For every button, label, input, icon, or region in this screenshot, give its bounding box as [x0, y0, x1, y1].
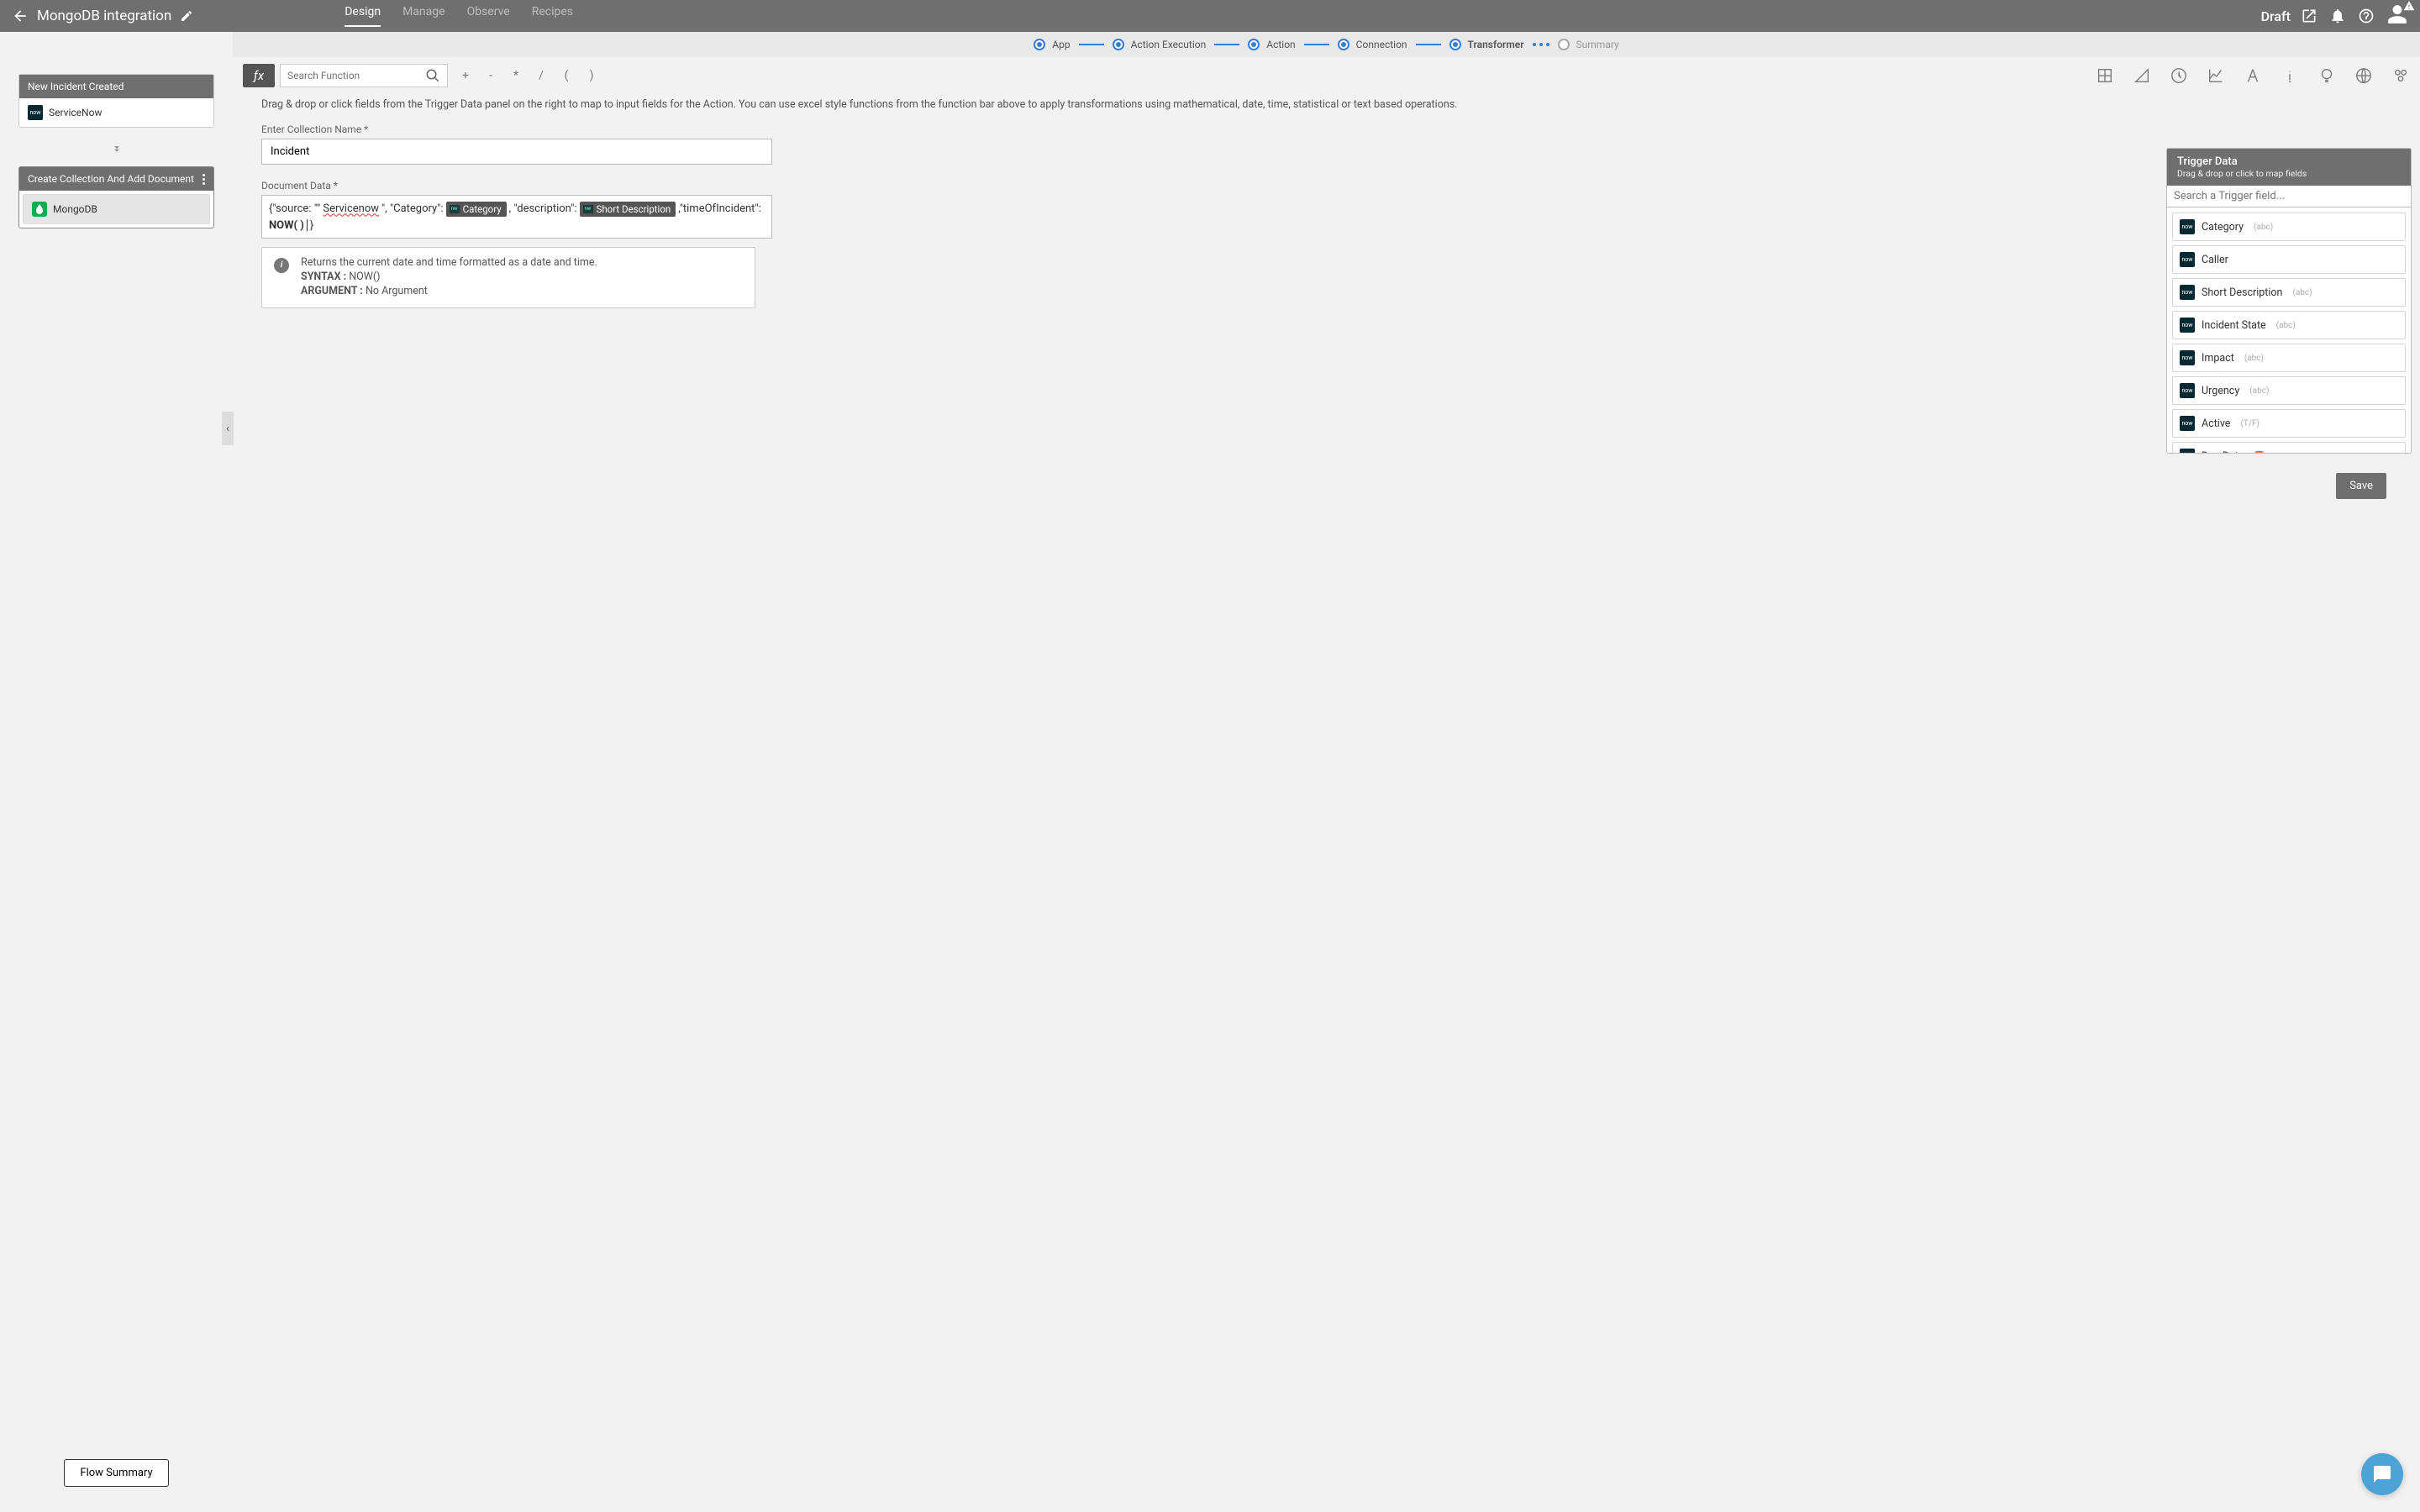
status-badge: Draft — [2261, 8, 2291, 24]
op-minus[interactable]: - — [478, 64, 503, 87]
trigger-panel-subtitle: Drag & drop or click to map fields — [2177, 168, 2401, 179]
trigger-field[interactable]: nowIncident State(abc) — [2172, 311, 2406, 339]
header-nav: Design Manage Observe Recipes — [345, 5, 573, 27]
document-data-input[interactable]: {"source: ""Servicenow", "Category": nwC… — [261, 195, 772, 239]
wizard-step-app[interactable]: App — [1034, 39, 1070, 50]
op-close-paren[interactable]: ) — [579, 64, 604, 87]
action-card-app: MongoDB — [53, 203, 97, 215]
chart-icon[interactable] — [2207, 66, 2225, 85]
trigger-card-app: ServiceNow — [49, 107, 102, 118]
collection-name-input[interactable] — [261, 139, 772, 165]
text-icon[interactable] — [2244, 66, 2262, 85]
page-title: MongoDB integration — [37, 8, 171, 24]
globe-icon[interactable] — [2354, 66, 2373, 85]
gear-icon[interactable] — [2391, 66, 2410, 85]
info-icon[interactable] — [2281, 66, 2299, 85]
info-badge-icon: i — [274, 258, 289, 273]
trigger-field[interactable]: nowActive(T/F) — [2172, 409, 2406, 438]
save-button[interactable]: Save — [2336, 473, 2386, 499]
nav-manage[interactable]: Manage — [402, 5, 445, 27]
servicenow-icon: now — [2180, 252, 2195, 267]
warning-icon — [2403, 0, 2415, 12]
chip-category[interactable]: nwCategory — [446, 202, 507, 217]
servicenow-icon: now — [2180, 318, 2195, 333]
action-card[interactable]: Create Collection And Add Document Mongo… — [18, 166, 214, 228]
bell-icon[interactable] — [2329, 8, 2346, 24]
grid-icon[interactable] — [2096, 66, 2114, 85]
wizard-step-summary[interactable]: Summary — [1558, 39, 1619, 50]
function-bar: ƒx + - * / ( ) — [233, 57, 2420, 94]
chip-short-description[interactable]: nwShort Description — [580, 202, 676, 217]
servicenow-chip-icon: nw — [583, 205, 593, 213]
wizard-step-transformer[interactable]: Transformer — [1449, 39, 1524, 50]
servicenow-icon: now — [2180, 449, 2195, 453]
nav-observe[interactable]: Observe — [467, 5, 510, 27]
servicenow-icon: now — [2180, 383, 2195, 398]
app-header: MongoDB integration Design Manage Observ… — [0, 0, 2420, 32]
edit-icon[interactable] — [180, 9, 193, 23]
function-hint: i Returns the current date and time form… — [261, 247, 755, 308]
servicenow-chip-icon: nw — [450, 205, 460, 213]
flow-sidebar: New Incident Created now ServiceNow Crea… — [0, 57, 233, 1512]
trigger-field-list: nowCategory(abc) nowCaller nowShort Desc… — [2167, 207, 2411, 453]
document-data-label: Document Data * — [261, 180, 2391, 192]
wizard-step-action[interactable]: Action — [1248, 39, 1295, 50]
function-search-input[interactable] — [287, 70, 425, 81]
trigger-field[interactable]: nowCategory(abc) — [2172, 213, 2406, 241]
trigger-search-input[interactable] — [2174, 190, 2404, 202]
trigger-field[interactable]: nowImpact(abc) — [2172, 344, 2406, 372]
clock-icon[interactable] — [2170, 66, 2188, 85]
action-card-title: Create Collection And Add Document — [28, 173, 194, 185]
help-icon[interactable] — [2358, 8, 2375, 24]
open-external-icon[interactable] — [2301, 8, 2317, 24]
op-divide[interactable]: / — [529, 64, 554, 87]
flow-connector-icon — [18, 143, 214, 158]
trigger-panel-title: Trigger Data — [2177, 155, 2401, 168]
nav-recipes[interactable]: Recipes — [532, 5, 573, 27]
op-open-paren[interactable]: ( — [554, 64, 579, 87]
wizard-step-action-exec[interactable]: Action Execution — [1113, 39, 1207, 50]
collapse-sidebar-button[interactable]: ‹ — [222, 412, 234, 445]
search-icon — [425, 68, 440, 83]
mongodb-icon — [32, 202, 47, 217]
chat-icon — [2372, 1464, 2392, 1484]
trigger-field[interactable]: nowUrgency(abc) — [2172, 376, 2406, 405]
wizard-step-connection[interactable]: Connection — [1338, 39, 1407, 50]
trigger-field[interactable]: nowDue Date📅 — [2172, 442, 2406, 453]
collection-label: Enter Collection Name * — [261, 123, 2391, 135]
function-search[interactable] — [280, 64, 448, 87]
chat-button[interactable] — [2361, 1453, 2403, 1495]
triangle-icon[interactable] — [2133, 66, 2151, 85]
trigger-card-title: New Incident Created — [28, 81, 124, 92]
servicenow-icon: now — [2180, 416, 2195, 431]
back-arrow-icon[interactable] — [12, 8, 29, 24]
bulb-icon[interactable] — [2317, 66, 2336, 85]
trigger-search[interactable] — [2167, 186, 2411, 207]
servicenow-icon: now — [28, 105, 43, 120]
hint-returns: Returns the current date and time format… — [301, 256, 597, 269]
trigger-field[interactable]: nowShort Description(abc) — [2172, 278, 2406, 307]
flow-summary-button[interactable]: Flow Summary — [64, 1459, 168, 1487]
servicenow-icon: now — [2180, 350, 2195, 365]
main-panel: ƒx + - * / ( ) — [233, 57, 2420, 1512]
op-multiply[interactable]: * — [503, 64, 529, 87]
more-icon[interactable] — [203, 174, 205, 185]
instructions-text: Drag & drop or click fields from the Tri… — [233, 94, 2420, 123]
nav-design[interactable]: Design — [345, 5, 381, 27]
servicenow-icon: now — [2180, 219, 2195, 234]
trigger-card[interactable]: New Incident Created now ServiceNow — [18, 74, 214, 128]
trigger-data-panel: Trigger Data Drag & drop or click to map… — [2166, 148, 2412, 454]
trigger-field[interactable]: nowCaller — [2172, 245, 2406, 274]
servicenow-icon: now — [2180, 285, 2195, 300]
op-plus[interactable]: + — [453, 64, 478, 87]
wizard-steps: App Action Execution Action Connection T… — [233, 32, 2420, 57]
fx-icon[interactable]: ƒx — [243, 64, 275, 87]
